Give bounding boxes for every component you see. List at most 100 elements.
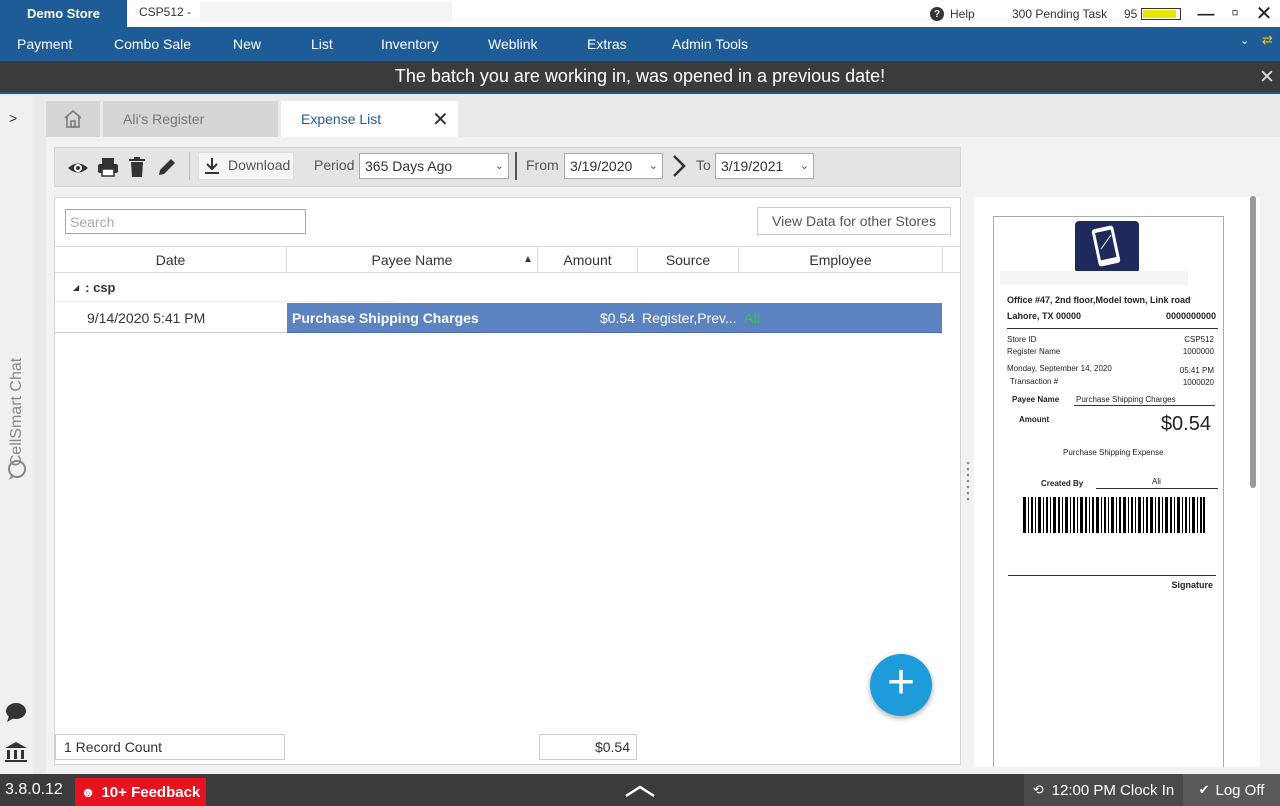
battery-percent: 95 <box>1124 6 1138 21</box>
battery-level <box>1143 10 1177 18</box>
receipt-payee: Purchase Shipping Charges <box>1076 395 1176 404</box>
from-date-select[interactable]: 3/19/2020 ⌄ <box>564 153 663 179</box>
receipt-expense-type: Purchase Shipping Expense <box>1063 448 1164 457</box>
receipt-store-id-label: Store ID <box>1007 335 1037 344</box>
receipt-underline <box>1096 488 1218 489</box>
receipt-time: 05:41 PM <box>1179 366 1214 375</box>
restore-button[interactable]: ▫ <box>1222 0 1248 27</box>
receipt-created-by: Ali <box>1152 477 1161 486</box>
period-value: 365 Days Ago <box>365 158 453 174</box>
to-date-select[interactable]: 3/19/2021 ⌄ <box>715 153 814 179</box>
feedback-button[interactable]: ☻ 10+ Feedback <box>75 778 206 806</box>
row-employee: Ali <box>744 310 760 326</box>
record-count: 1 Record Count <box>55 734 285 760</box>
to-date-value: 3/19/2021 <box>721 158 784 174</box>
to-label: To <box>696 157 711 173</box>
menu-list[interactable]: List <box>311 27 333 61</box>
chevron-down-icon: ⌄ <box>648 160 658 172</box>
home-tab[interactable] <box>46 101 100 137</box>
table-row-date[interactable]: 9/14/2020 5:41 PM <box>55 303 287 333</box>
pending-task-link[interactable]: 300 Pending Task <box>1012 0 1107 27</box>
chat-bubble-icon[interactable] <box>6 459 28 481</box>
receipt-store-id: CSP512 <box>1184 335 1214 344</box>
receipt-underline <box>1074 405 1215 406</box>
receipt-amount-label: Amount <box>1019 415 1050 424</box>
help-icon[interactable]: ? <box>930 7 944 21</box>
menu-inventory[interactable]: Inventory <box>381 27 439 61</box>
period-label: Period <box>314 157 355 173</box>
help-link[interactable]: Help <box>950 0 975 27</box>
column-date[interactable]: Date <box>55 247 287 272</box>
log-off-label: Log Off <box>1215 781 1265 799</box>
chevron-down-icon: ⌄ <box>799 160 809 172</box>
menu-combo-sale[interactable]: Combo Sale <box>114 27 191 61</box>
chevron-up-icon[interactable] <box>624 784 656 798</box>
download-label: Download <box>228 157 291 173</box>
menu-weblink[interactable]: Weblink <box>488 27 538 61</box>
receipt-signature-label: Signature <box>1171 580 1213 590</box>
column-source[interactable]: Source <box>638 247 739 272</box>
batch-warning-banner: The batch you are working in, was opened… <box>0 61 1280 94</box>
menu-extras[interactable]: Extras <box>587 27 627 61</box>
column-amount[interactable]: Amount <box>538 247 638 272</box>
menu-admin-tools[interactable]: Admin Tools <box>672 27 748 61</box>
delete-trash-icon[interactable] <box>127 156 147 178</box>
collapse-triangle-icon[interactable]: ◢ <box>73 283 79 292</box>
print-icon[interactable] <box>97 156 119 178</box>
column-payee-name[interactable]: Payee Name <box>287 247 538 272</box>
column-employee[interactable]: Employee <box>739 247 943 272</box>
close-window-button[interactable]: ✕ <box>1251 0 1277 27</box>
period-select[interactable]: 365 Days Ago ⌄ <box>359 153 509 179</box>
chat-icon[interactable] <box>4 701 28 723</box>
log-off-icon: ✔ <box>1198 782 1210 797</box>
receipt-txn-label: Transaction # <box>1010 377 1059 386</box>
close-tab-icon[interactable]: ✕ <box>432 107 449 132</box>
battery-icon <box>1141 8 1181 20</box>
receipt-scrollbar[interactable] <box>1250 196 1256 488</box>
toolbar-divider <box>515 152 517 180</box>
receipt-date: Monday, September 14, 2020 <box>1007 364 1112 373</box>
clock-in-button[interactable]: ⟲ 12:00 PM Clock In <box>1024 774 1183 806</box>
panel-splitter[interactable] <box>965 197 971 767</box>
receipt-register-label: Register Name <box>1007 347 1061 356</box>
from-label: From <box>526 157 559 173</box>
from-date-value: 3/19/2020 <box>570 158 633 174</box>
chevron-right-icon <box>673 155 686 177</box>
store-code-field <box>200 2 452 22</box>
column-payee-label: Payee Name <box>371 251 453 268</box>
minimize-button[interactable]: — <box>1193 0 1219 27</box>
row-payee: Purchase Shipping Charges <box>292 310 479 326</box>
receipt-city: Lahore, TX 00000 <box>1007 311 1082 321</box>
view-other-stores-button[interactable]: View Data for other Stores <box>757 207 951 235</box>
receipt-amount: $0.54 <box>1160 413 1211 435</box>
feedback-person-icon: ☻ <box>80 784 96 800</box>
table-row-selected[interactable]: Purchase Shipping Charges $0.54 Register… <box>287 303 942 333</box>
barcode-icon <box>1023 497 1205 533</box>
menu-collapse-icon[interactable]: ⌄ <box>1240 34 1249 47</box>
bank-icon[interactable] <box>4 741 28 763</box>
feedback-label: 10+ Feedback <box>101 783 201 801</box>
menu-payment[interactable]: Payment <box>17 27 72 61</box>
sync-icon[interactable]: ⇄ <box>1262 32 1273 48</box>
edit-pencil-icon[interactable] <box>156 156 178 178</box>
receipt-phone: 0000000000 <box>1165 311 1216 321</box>
store-logo-icon <box>1071 221 1143 273</box>
group-row-csp[interactable]: ◢: csp <box>55 273 396 302</box>
menu-new[interactable]: New <box>233 27 261 61</box>
tab-alis-register[interactable]: Ali's Register <box>103 101 278 137</box>
download-icon <box>205 158 219 174</box>
search-input[interactable] <box>65 209 306 234</box>
home-icon <box>64 110 82 128</box>
receipt-register: 1000000 <box>1182 347 1214 356</box>
expand-rail-icon[interactable]: > <box>9 110 17 126</box>
cellsmart-chat-tab[interactable]: CellSmart Chat <box>7 357 27 467</box>
banner-close-icon[interactable]: ✕ <box>1259 66 1275 89</box>
add-expense-button[interactable]: + <box>870 654 932 716</box>
log-off-button[interactable]: ✔ Log Off <box>1183 774 1280 806</box>
receipt: Office #47, 2nd floor,Model town, Link r… <box>993 216 1224 767</box>
drag-handle-icon <box>966 461 970 501</box>
store-name-tab[interactable]: Demo Store <box>0 0 127 27</box>
clock-in-label: 12:00 PM Clock In <box>1051 781 1175 799</box>
view-eye-icon[interactable] <box>67 156 89 180</box>
sort-asc-icon: ▲ <box>523 254 533 265</box>
